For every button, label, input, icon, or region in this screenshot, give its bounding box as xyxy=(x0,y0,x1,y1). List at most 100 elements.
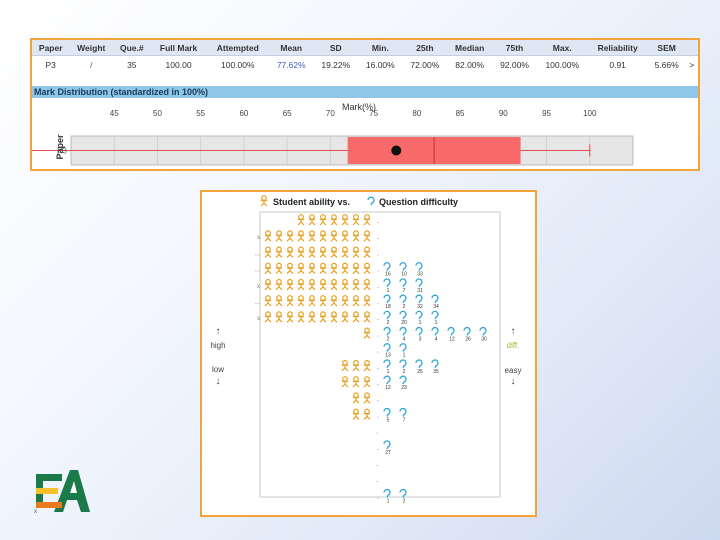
tick-label: 75 xyxy=(369,109,378,118)
row-dot: . xyxy=(376,429,378,436)
student-icon xyxy=(308,246,316,258)
title-question: Question difficulty xyxy=(379,197,458,207)
distribution-title: Mark Distribution (standardized in 100%) xyxy=(32,86,698,98)
student-icon xyxy=(286,262,294,275)
question-number: 2 xyxy=(403,304,406,310)
student-icon xyxy=(264,311,272,323)
row-dot: . xyxy=(377,315,379,322)
question-number: 4 xyxy=(403,336,406,342)
column-header[interactable]: Que.# xyxy=(113,40,151,56)
logo: x xyxy=(32,466,92,515)
column-header[interactable]: Reliability xyxy=(587,40,648,56)
question-icon: 2 xyxy=(399,359,407,375)
student-icon xyxy=(330,262,338,275)
row-dot: . xyxy=(376,461,378,468)
student-icon xyxy=(286,230,294,242)
question-icon: 25 xyxy=(415,359,423,375)
column-header[interactable]: Paper xyxy=(32,40,70,56)
student-icon xyxy=(308,311,316,323)
student-icon xyxy=(308,230,316,242)
column-header[interactable]: Weight xyxy=(69,40,114,56)
student-icon xyxy=(297,230,305,242)
row-dot: . xyxy=(377,218,379,225)
question-icon: 7 xyxy=(399,407,407,423)
student-icon xyxy=(297,262,305,275)
row-marker: x xyxy=(257,284,260,290)
student-icon xyxy=(297,311,305,323)
question-icon: 4 xyxy=(399,326,407,342)
student-icon xyxy=(319,230,327,242)
table-cell: 82.00% xyxy=(455,59,485,70)
column-header[interactable]: SEM xyxy=(647,40,686,56)
table-cell: / xyxy=(90,59,93,70)
student-icon xyxy=(319,246,327,258)
question-number: 35 xyxy=(433,369,439,375)
student-icon xyxy=(352,376,360,388)
column-header[interactable]: 25th xyxy=(402,40,448,56)
high-label: high xyxy=(210,341,225,350)
student-icon xyxy=(319,278,327,291)
column-header[interactable]: 75th xyxy=(492,40,537,56)
question-number: 2 xyxy=(403,369,406,375)
row-dot: . xyxy=(377,412,379,419)
student-icon xyxy=(275,311,283,323)
student-icon xyxy=(330,311,338,323)
question-icon: 12 xyxy=(383,375,391,391)
student-icon xyxy=(341,376,349,388)
student-icon xyxy=(297,214,305,226)
student-icon xyxy=(341,311,349,323)
question-number: 1 xyxy=(387,369,390,375)
question-number: 1 xyxy=(419,320,422,326)
arrow-down: ↓ xyxy=(511,376,516,387)
question-number: 13 xyxy=(385,353,391,359)
student-icon xyxy=(352,295,360,307)
student-icon xyxy=(264,295,272,307)
question-number: 2 xyxy=(403,498,406,504)
tick-label: 70 xyxy=(326,109,335,118)
title-student: Student ability vs. xyxy=(273,197,350,207)
column-header[interactable]: Max. xyxy=(536,40,588,56)
column-header[interactable]: SD xyxy=(313,40,359,56)
student-icon xyxy=(308,262,316,275)
student-icon xyxy=(363,327,371,339)
table-cell: 19.22% xyxy=(321,59,351,70)
student-icon xyxy=(275,246,283,258)
row-marker: ... xyxy=(255,251,260,257)
question-number: 1 xyxy=(387,288,390,294)
question-icon: 2 xyxy=(383,326,391,342)
student-icon xyxy=(352,359,360,372)
student-icon xyxy=(363,408,371,420)
tick-label: 100 xyxy=(583,109,597,118)
question-icon: 20 xyxy=(399,310,407,326)
row-dot: . xyxy=(377,380,379,387)
column-header[interactable]: Attempted xyxy=(206,40,269,56)
question-icon xyxy=(367,196,375,206)
question-icon: 10 xyxy=(399,262,407,278)
question-number: 34 xyxy=(433,304,439,310)
question-icon: 31 xyxy=(415,278,423,294)
column-header[interactable]: Full Mark xyxy=(150,40,207,56)
student-icon xyxy=(352,230,360,242)
row-marker: ... xyxy=(255,300,260,306)
student-icon xyxy=(330,295,338,307)
tick-label: 90 xyxy=(499,109,508,118)
student-icon xyxy=(341,295,349,307)
student-icon xyxy=(341,246,349,258)
more-columns-arrow[interactable]: > xyxy=(686,56,698,74)
question-number: 4 xyxy=(435,336,438,342)
question-icon: 34 xyxy=(431,294,439,310)
student-icon xyxy=(275,278,283,291)
table-row[interactable]: P3 / 35 100.00 100.00% 77.62% 19.22% 16.00% 72.0… xyxy=(32,56,698,74)
student-icon xyxy=(363,246,371,258)
column-header[interactable]: Mean xyxy=(268,40,314,56)
easy-label: easy xyxy=(505,366,522,375)
question-icon: 1 xyxy=(383,359,391,375)
column-header[interactable]: Min. xyxy=(358,40,403,56)
question-icon: 23 xyxy=(399,375,407,391)
row-marker: s xyxy=(257,235,260,241)
student-icon xyxy=(286,311,294,323)
question-number: 12 xyxy=(385,385,391,391)
student-icon xyxy=(352,408,360,420)
question-number: 32 xyxy=(417,304,423,310)
column-header[interactable]: Median xyxy=(447,40,493,56)
